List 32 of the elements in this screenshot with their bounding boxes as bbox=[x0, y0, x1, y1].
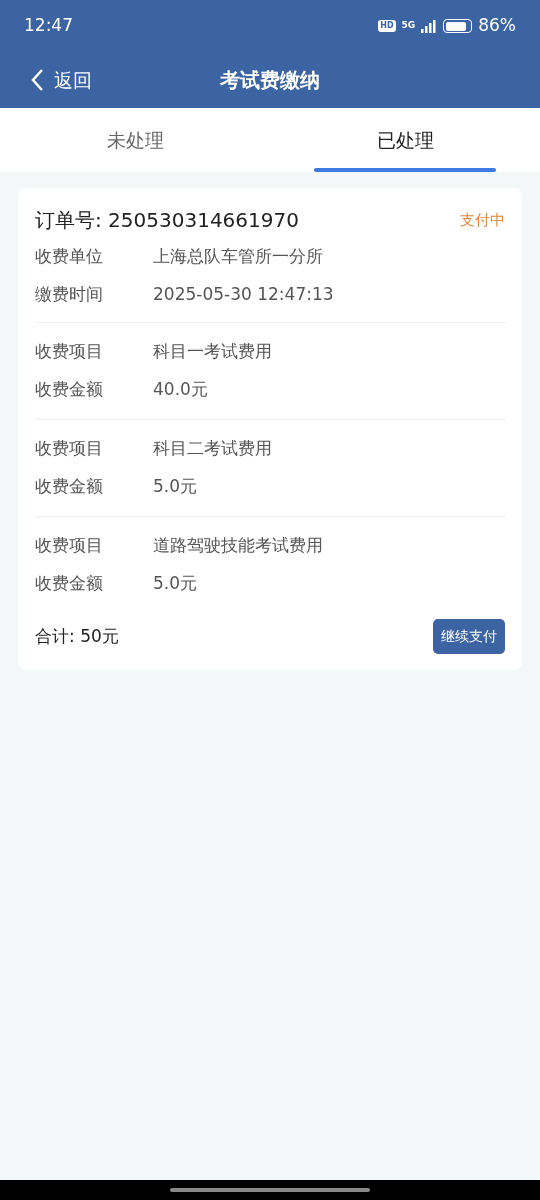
continue-pay-button[interactable]: 继续支付 bbox=[433, 619, 505, 654]
field-value: 2025-05-30 12:47:13 bbox=[153, 283, 334, 307]
hd-badge: HD bbox=[378, 20, 396, 32]
field-label: 收费项目 bbox=[35, 534, 104, 558]
status-label: 支付中 bbox=[460, 209, 505, 231]
status-time: 12:47 bbox=[24, 14, 73, 38]
field-label: 收费项目 bbox=[35, 437, 104, 461]
field-label: 收费金额 bbox=[35, 572, 104, 596]
field-label: 收费金额 bbox=[35, 475, 104, 499]
tab[interactable]: 已处理 bbox=[270, 108, 540, 172]
page-title: 考试费缴纳 bbox=[220, 67, 320, 94]
field-label: 收费金额 bbox=[35, 378, 104, 402]
battery-icon bbox=[443, 19, 473, 33]
battery-percent: 86% bbox=[478, 14, 516, 38]
field-value: 上海总队车管所一分所 bbox=[153, 245, 323, 269]
field-value: 5.0元 bbox=[153, 572, 198, 596]
tab[interactable]: 未处理 bbox=[0, 108, 270, 172]
chevron-left-icon bbox=[30, 68, 44, 92]
total-amount: 合计: 50元 bbox=[35, 624, 119, 648]
home-indicator[interactable] bbox=[170, 1188, 370, 1192]
field-value: 科目二考试费用 bbox=[153, 437, 272, 461]
order-number: 订单号: 250530314661970 bbox=[35, 207, 299, 234]
field-value: 道路驾驶技能考试费用 bbox=[153, 534, 323, 558]
field-label: 收费项目 bbox=[35, 340, 104, 364]
field-label: 缴费时间 bbox=[35, 283, 104, 307]
back-button[interactable]: 返回 bbox=[30, 65, 92, 95]
network-label: 5G bbox=[401, 19, 416, 33]
field-value: 40.0元 bbox=[153, 378, 208, 402]
field-label: 收费单位 bbox=[35, 245, 104, 269]
field-value: 5.0元 bbox=[153, 475, 198, 499]
field-value: 科目一考试费用 bbox=[153, 340, 272, 364]
signal-icon bbox=[421, 19, 438, 33]
